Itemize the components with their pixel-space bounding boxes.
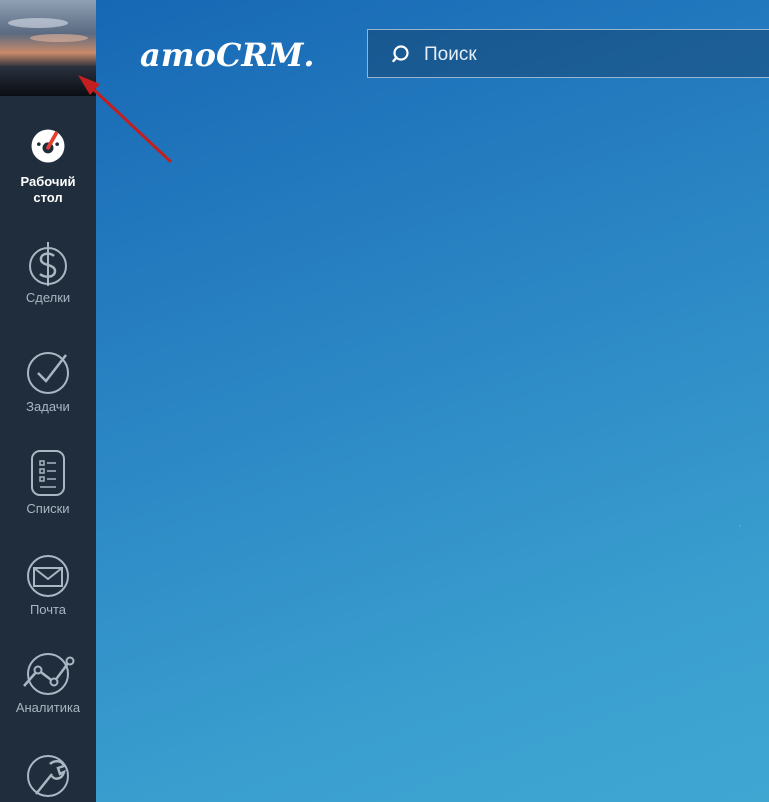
sidebar: Рабочий стол Сделки Задачи Списки Почта … xyxy=(0,0,96,802)
sidebar-item-label: Рабочий стол xyxy=(20,174,76,205)
sidebar-item-mail[interactable]: Почта xyxy=(0,552,96,617)
search-input[interactable]: Поиск xyxy=(424,44,477,66)
analytics-icon xyxy=(23,653,75,695)
sidebar-item-deals[interactable]: Сделки xyxy=(0,240,96,305)
mail-icon xyxy=(27,555,69,597)
sidebar-item-tasks[interactable]: Задачи xyxy=(0,349,96,414)
search-bar[interactable]: Поиск xyxy=(367,29,769,78)
user-avatar[interactable] xyxy=(0,0,96,96)
sidebar-item-settings[interactable] xyxy=(0,752,96,800)
dashboard-gauge-icon xyxy=(31,129,65,163)
search-icon xyxy=(392,45,409,63)
sidebar-item-label: Аналитика xyxy=(15,700,81,715)
app-logo[interactable]: amoCRM. xyxy=(140,36,315,76)
dollar-icon xyxy=(29,242,67,286)
sidebar-item-label: Сделки xyxy=(25,290,71,305)
wrench-icon xyxy=(27,755,69,797)
background-faint-text: · xyxy=(738,518,742,532)
annotation-arrow xyxy=(78,75,172,163)
sidebar-item-analytics[interactable]: Аналитика xyxy=(0,650,96,715)
sidebar-item-label: Списки xyxy=(26,501,70,516)
list-icon xyxy=(31,450,65,496)
sidebar-item-dashboard[interactable]: Рабочий стол xyxy=(0,124,96,206)
sidebar-item-label: Задачи xyxy=(26,399,70,414)
sidebar-item-lists[interactable]: Списки xyxy=(0,447,96,516)
check-circle-icon xyxy=(27,352,69,394)
sidebar-item-label: Почта xyxy=(29,602,67,617)
